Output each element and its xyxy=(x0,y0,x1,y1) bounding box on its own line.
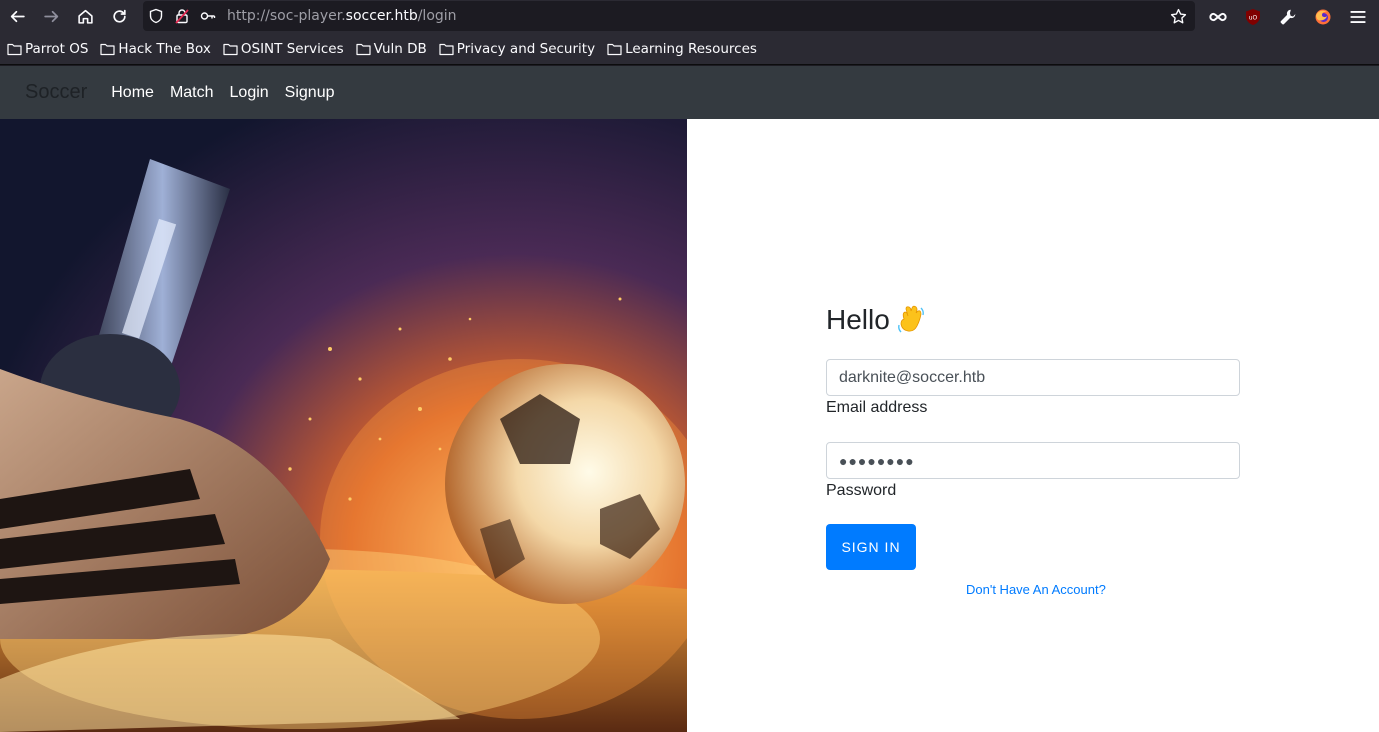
bookmark-label: Hack The Box xyxy=(118,40,211,57)
brand-logo[interactable]: Soccer xyxy=(25,81,87,104)
email-label: Email address xyxy=(826,399,928,416)
bookmark-hack-the-box[interactable]: Hack The Box xyxy=(100,40,211,57)
nav-link-login[interactable]: Login xyxy=(230,84,269,102)
greeting-heading: Hello xyxy=(826,304,926,336)
waving-hand-icon xyxy=(897,305,924,333)
bookmark-parrot-os[interactable]: Parrot OS xyxy=(7,41,88,57)
signup-link[interactable]: Don't Have An Account? xyxy=(966,582,1106,597)
sign-in-button[interactable]: SIGN IN xyxy=(826,524,916,570)
bookmark-label: Parrot OS xyxy=(25,40,89,57)
url-prefix: http://soc-player. xyxy=(227,8,346,24)
key-icon[interactable] xyxy=(195,1,221,31)
url-host: soccer.htb xyxy=(345,8,418,24)
bookmark-vuln-db[interactable]: Vuln DB xyxy=(356,41,427,57)
password-label: Password xyxy=(826,482,897,499)
hamburger-menu-icon[interactable] xyxy=(1340,0,1375,33)
back-arrow-icon[interactable] xyxy=(0,0,34,33)
nav-link-match[interactable]: Match xyxy=(170,84,214,102)
infinity-icon[interactable] xyxy=(1200,0,1235,33)
toolbar-extensions: uO xyxy=(1200,0,1375,33)
hero-image xyxy=(0,119,687,732)
svg-text:uO: uO xyxy=(1248,14,1257,21)
bookmark-label: Vuln DB xyxy=(373,40,427,57)
login-panel: Hello darknite@soccer.htb Email address … xyxy=(687,119,1379,732)
url-bar[interactable]: http://soc-player.soccer.htb/login xyxy=(143,1,1195,31)
site-navbar: Soccer Home Match Login Signup xyxy=(0,66,1379,119)
shield-icon[interactable] xyxy=(143,1,169,31)
home-icon[interactable] xyxy=(68,0,102,33)
bookmark-label: Learning Resources xyxy=(625,40,757,57)
lock-warning-icon[interactable] xyxy=(169,1,195,31)
folder-icon xyxy=(100,43,116,55)
nav-link-home[interactable]: Home xyxy=(111,84,154,102)
reload-icon[interactable] xyxy=(102,0,136,33)
bookmark-learning-resources[interactable]: Learning Resources xyxy=(607,41,757,57)
bookmark-label: Privacy and Security xyxy=(456,40,596,57)
star-icon[interactable] xyxy=(1165,1,1191,31)
bookmark-label: OSINT Services xyxy=(240,40,344,57)
url-text[interactable]: http://soc-player.soccer.htb/login xyxy=(227,8,457,24)
email-input[interactable]: darknite@soccer.htb xyxy=(826,359,1240,396)
folder-icon xyxy=(223,43,238,55)
ublock-icon[interactable]: uO xyxy=(1235,0,1270,33)
greeting-text: Hello xyxy=(826,304,890,335)
bookmark-osint-services[interactable]: OSINT Services xyxy=(223,41,344,57)
folder-icon xyxy=(439,43,454,55)
url-path: /login xyxy=(417,8,457,24)
nav-link-signup[interactable]: Signup xyxy=(285,84,335,102)
bookmark-privacy-and-security[interactable]: Privacy and Security xyxy=(439,41,595,57)
firefox-icon[interactable] xyxy=(1305,0,1340,33)
folder-icon xyxy=(356,43,371,55)
password-input[interactable]: ●●●●●●●● xyxy=(826,442,1240,479)
folder-icon xyxy=(7,43,22,55)
folder-icon xyxy=(607,43,622,55)
wrench-icon[interactable] xyxy=(1270,0,1305,33)
bookmarks-bar: Parrot OS Hack The Box OSINT Services Vu… xyxy=(0,33,1379,65)
forward-arrow-icon[interactable] xyxy=(34,0,68,33)
